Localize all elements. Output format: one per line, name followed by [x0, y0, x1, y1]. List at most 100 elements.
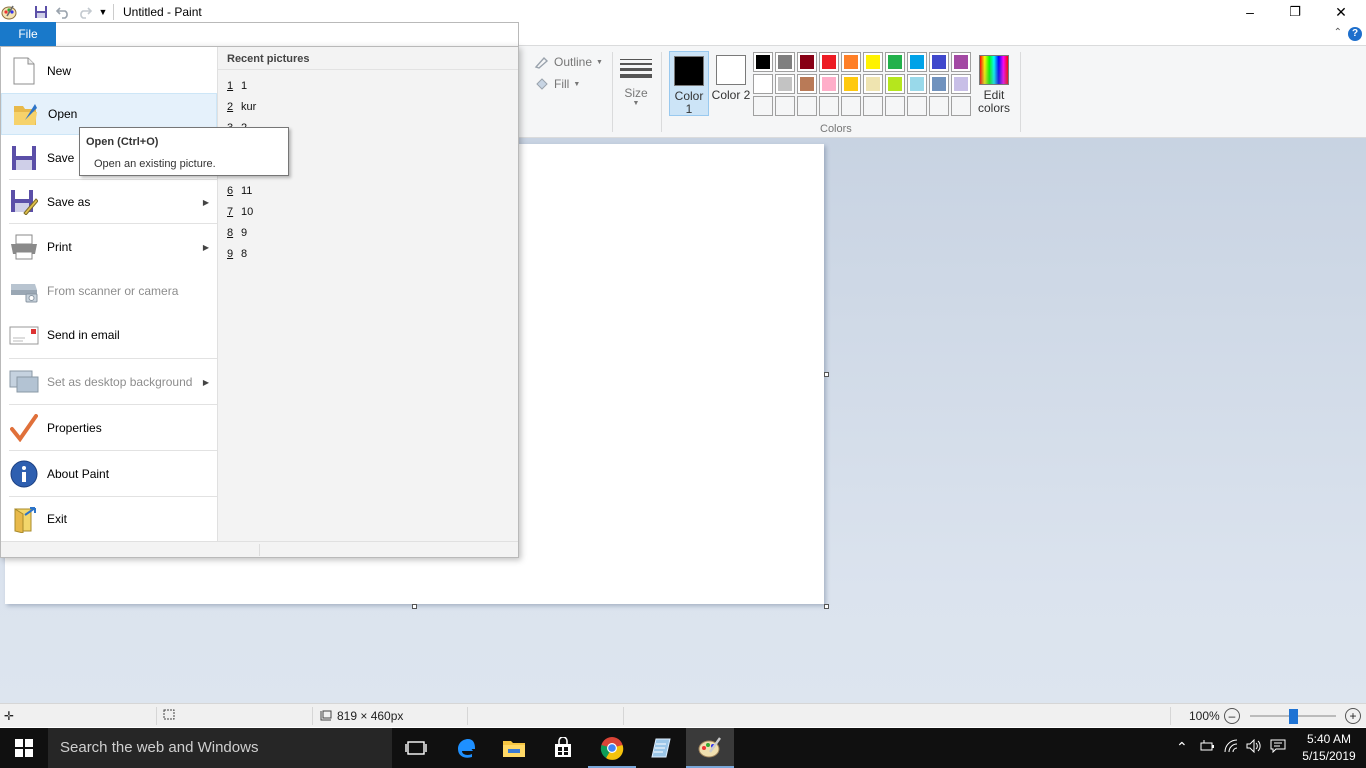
palette-color-swatch[interactable]	[797, 74, 817, 94]
swatch-fill	[844, 55, 858, 69]
cursor-position-icon: ✛	[4, 709, 15, 723]
ribbon-divider	[661, 52, 662, 132]
file-tab[interactable]: File	[0, 22, 56, 46]
palette-color-swatch[interactable]	[951, 52, 971, 72]
fill-button[interactable]: Fill ▼	[534, 77, 580, 91]
palette-color-swatch[interactable]	[907, 52, 927, 72]
taskbar-store[interactable]	[539, 728, 587, 768]
network-icon[interactable]	[1224, 739, 1240, 756]
color1-button[interactable]: Color 1	[669, 51, 709, 116]
menu-item-send-email[interactable]: Send in email	[1, 313, 217, 357]
taskbar-chrome[interactable]	[588, 728, 636, 768]
taskbar-search-box[interactable]: Search the web and Windows	[48, 728, 392, 768]
ribbon-collapse-icon[interactable]: ⌃	[1334, 27, 1342, 38]
title-separator	[113, 4, 114, 20]
menu-item-set-desktop-background[interactable]: Set as desktop background ▶	[1, 360, 217, 404]
help-icon[interactable]: ?	[1348, 27, 1362, 41]
swatch-fill	[778, 55, 792, 69]
task-view-icon	[405, 741, 427, 755]
palette-color-swatch[interactable]	[885, 74, 905, 94]
menu-item-about[interactable]: About Paint	[1, 452, 217, 496]
volume-icon[interactable]	[1246, 738, 1262, 756]
palette-empty-swatch[interactable]	[775, 96, 795, 116]
canvas-resize-handle-bottom[interactable]	[412, 604, 417, 609]
palette-color-swatch[interactable]	[907, 74, 927, 94]
task-view-button[interactable]	[392, 728, 440, 768]
recent-item[interactable]: 7 10	[227, 206, 253, 218]
recent-item[interactable]: 1 1	[227, 80, 247, 92]
palette-empty-swatch[interactable]	[863, 96, 883, 116]
palette-color-swatch[interactable]	[951, 74, 971, 94]
taskbar-edge[interactable]	[442, 728, 490, 768]
palette-color-swatch[interactable]	[929, 74, 949, 94]
zoom-slider-thumb[interactable]	[1288, 709, 1298, 724]
submenu-arrow-icon: ▶	[202, 242, 209, 252]
power-icon[interactable]	[1200, 739, 1216, 756]
paint-app-icon[interactable]	[0, 3, 18, 21]
menu-item-save-as[interactable]: Save as ▶	[1, 181, 217, 223]
menu-item-new[interactable]: New	[1, 49, 217, 93]
palette-empty-swatch[interactable]	[907, 96, 927, 116]
color-spectrum-icon	[979, 55, 1009, 85]
chrome-icon	[600, 737, 624, 760]
palette-color-swatch[interactable]	[841, 52, 861, 72]
palette-color-swatch[interactable]	[863, 52, 883, 72]
edit-colors-button[interactable]: Edit colors	[974, 51, 1014, 115]
palette-color-swatch[interactable]	[841, 74, 861, 94]
menu-item-print[interactable]: Print ▶	[1, 225, 217, 269]
palette-color-swatch[interactable]	[797, 52, 817, 72]
menu-separator	[9, 179, 217, 180]
size-button[interactable]: Size ▼	[616, 54, 656, 107]
customize-dropdown-icon[interactable]: ▼	[96, 3, 110, 21]
save-as-icon	[9, 187, 39, 217]
taskbar-file-explorer[interactable]	[490, 728, 538, 768]
palette-empty-swatch[interactable]	[797, 96, 817, 116]
palette-color-swatch[interactable]	[753, 74, 773, 94]
recent-item[interactable]: 6 11	[227, 185, 252, 197]
undo-icon[interactable]	[54, 3, 72, 21]
palette-empty-swatch[interactable]	[841, 96, 861, 116]
palette-color-swatch[interactable]	[929, 52, 949, 72]
recent-item[interactable]: 9 8	[227, 248, 247, 260]
outline-button[interactable]: Outline ▼	[534, 55, 603, 69]
close-button[interactable]: ✕	[1318, 0, 1364, 24]
system-clock[interactable]: 5:40 AM 5/15/2019	[1296, 731, 1362, 765]
palette-color-swatch[interactable]	[753, 52, 773, 72]
maximize-button[interactable]: ❐	[1272, 0, 1318, 24]
canvas-resize-handle-corner[interactable]	[824, 604, 829, 609]
palette-color-swatch[interactable]	[819, 74, 839, 94]
canvas-resize-handle-right[interactable]	[824, 372, 829, 377]
palette-empty-swatch[interactable]	[929, 96, 949, 116]
palette-empty-swatch[interactable]	[951, 96, 971, 116]
redo-icon[interactable]	[76, 3, 94, 21]
palette-color-swatch[interactable]	[775, 74, 795, 94]
palette-empty-swatch[interactable]	[819, 96, 839, 116]
status-separator	[312, 707, 313, 725]
palette-empty-swatch[interactable]	[753, 96, 773, 116]
recent-item[interactable]: 8 9	[227, 227, 247, 239]
color2-button[interactable]: Color 2	[711, 51, 751, 116]
menu-item-properties[interactable]: Properties	[1, 406, 217, 450]
taskbar-notepad[interactable]	[637, 728, 685, 768]
show-hidden-icons-chevron-icon[interactable]: ⌃	[1176, 739, 1188, 756]
taskbar-paint[interactable]	[686, 728, 734, 768]
recent-item-number: 9	[227, 248, 234, 260]
save-icon[interactable]	[32, 3, 50, 21]
desktop-background-icon	[9, 367, 39, 397]
menu-item-label: Set as desktop background	[47, 375, 193, 389]
zoom-in-button[interactable]: +	[1345, 708, 1361, 724]
notifications-icon[interactable]	[1270, 739, 1286, 756]
palette-color-swatch[interactable]	[819, 52, 839, 72]
start-button[interactable]	[0, 728, 48, 768]
palette-color-swatch[interactable]	[775, 52, 795, 72]
palette-color-swatch[interactable]	[885, 52, 905, 72]
zoom-out-button[interactable]: –	[1224, 708, 1240, 724]
menu-item-label: Save	[47, 151, 75, 165]
menu-item-from-scanner[interactable]: From scanner or camera	[1, 269, 217, 313]
minimize-button[interactable]: –	[1227, 0, 1273, 24]
menu-item-exit[interactable]: Exit	[1, 498, 217, 540]
palette-empty-swatch[interactable]	[885, 96, 905, 116]
recent-item[interactable]: 2 kur	[227, 101, 256, 113]
recent-item-name: 10	[241, 206, 254, 218]
palette-color-swatch[interactable]	[863, 74, 883, 94]
